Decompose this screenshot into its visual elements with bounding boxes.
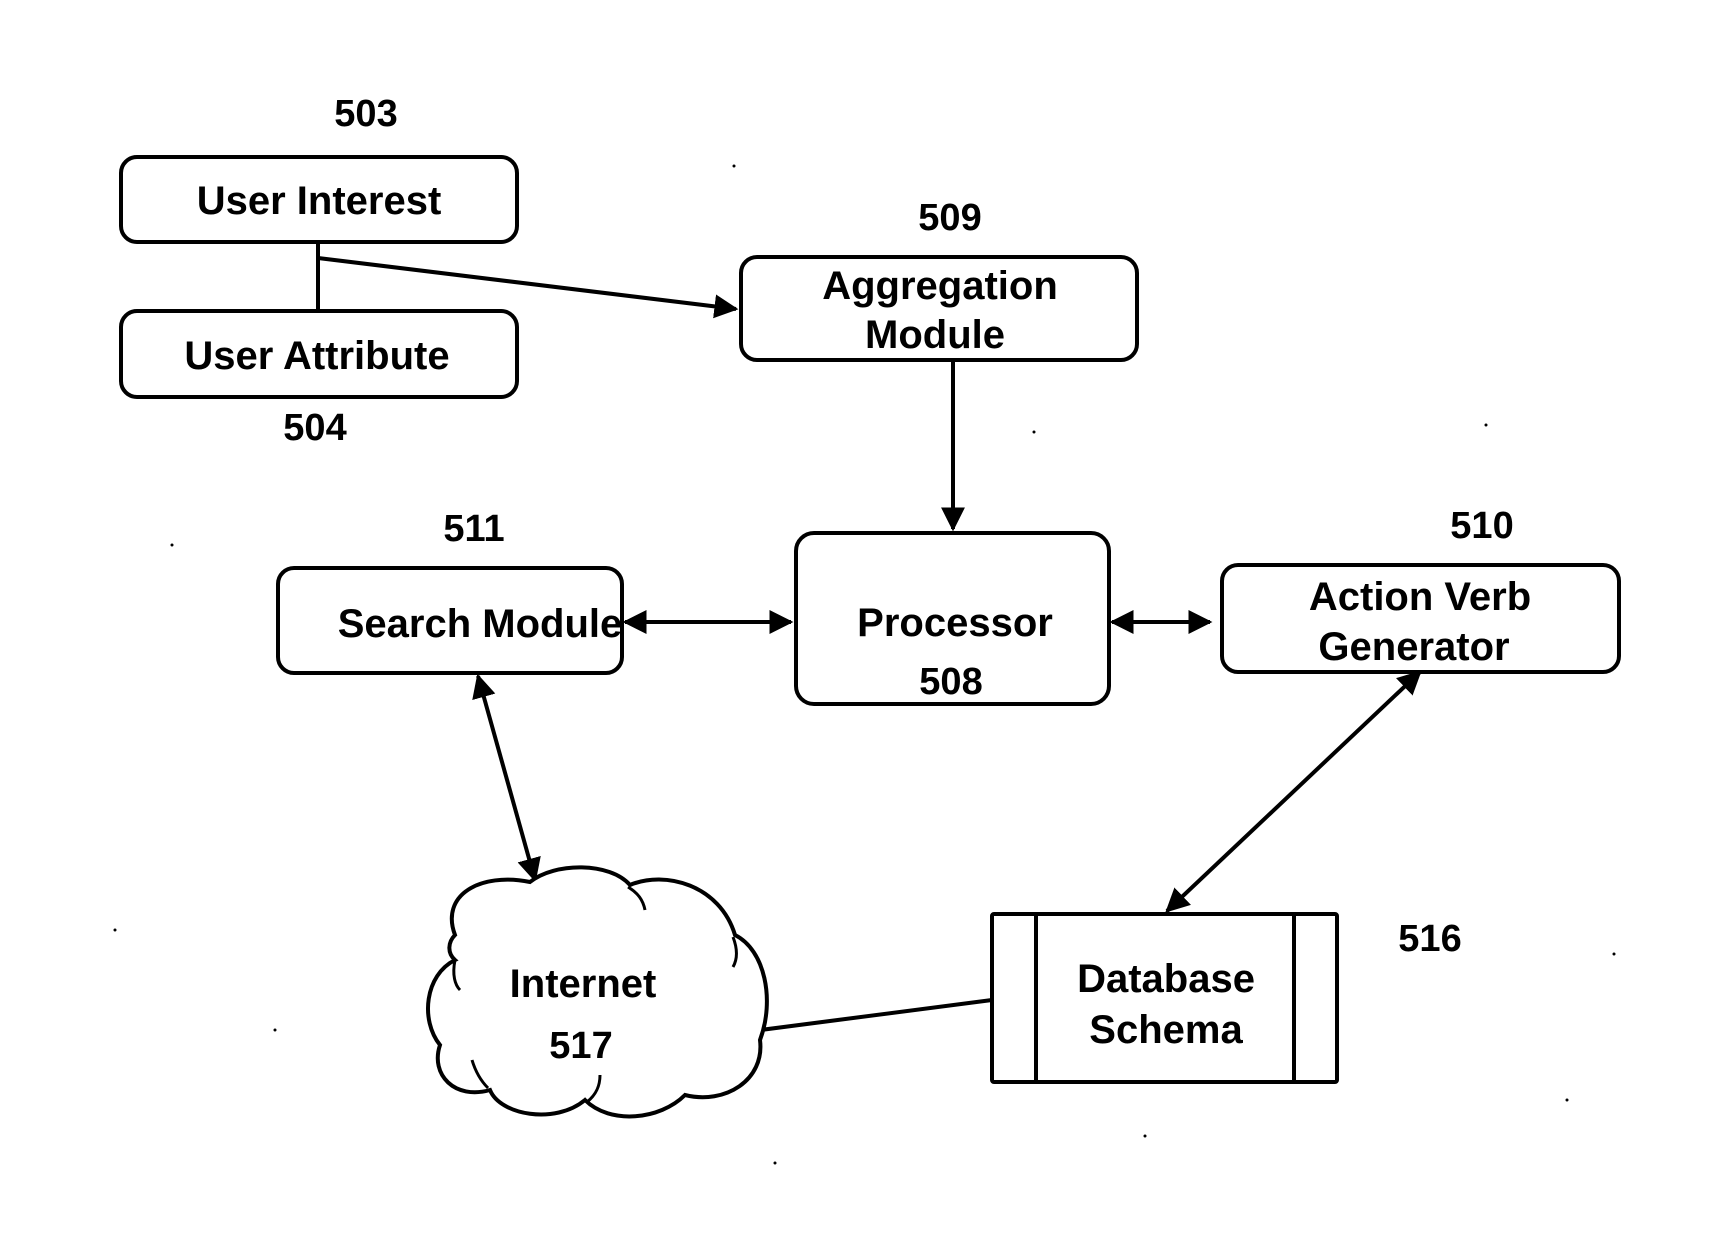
node-aggregation-module-label-line1: Aggregation (822, 264, 1058, 308)
node-aggregation-module: Aggregation Module 509 (739, 197, 1139, 362)
node-user-attribute: User Attribute 504 (119, 309, 519, 449)
node-aggregation-module-label-line2: Module (865, 313, 1005, 357)
node-action-verb-generator: Action Verb Generator 510 (1220, 505, 1621, 674)
ref-510: 510 (1450, 505, 1513, 547)
node-user-interest: User Interest 503 (119, 93, 519, 244)
edge-action-database (1165, 670, 1422, 913)
node-user-attribute-label: User Attribute (184, 334, 449, 378)
node-user-interest-label: User Interest (197, 179, 442, 223)
ref-503: 503 (334, 93, 397, 135)
edge-interest-aggregation (317, 256, 739, 319)
ref-516: 516 (1398, 918, 1461, 960)
ref-508: 508 (919, 661, 982, 703)
node-action-verb-generator-label-line1: Action Verb (1309, 575, 1531, 619)
node-database-schema-label-line2: Schema (1089, 1008, 1243, 1052)
node-internet: Internet 517 (426, 865, 769, 1119)
node-database-schema: Database Schema 516 (990, 912, 1462, 1084)
edge-search-internet (472, 673, 541, 883)
ref-517: 517 (549, 1025, 612, 1067)
ref-511: 511 (443, 508, 504, 550)
node-search-module: Search Module 511 (276, 508, 624, 675)
node-processor: Processor 508 (794, 531, 1111, 706)
node-action-verb-generator-label-line2: Generator (1318, 625, 1509, 669)
ref-509: 509 (918, 197, 981, 239)
block-diagram: User Interest 503 User Attribute 504 Agg… (113, 93, 1621, 1165)
edge-internet-database (744, 998, 993, 1034)
node-search-module-label: Search Module (338, 602, 623, 646)
ref-504: 504 (283, 407, 346, 449)
node-processor-label: Processor (857, 601, 1053, 645)
node-database-schema-label-line1: Database (1077, 957, 1255, 1001)
node-internet-label: Internet (510, 962, 657, 1006)
